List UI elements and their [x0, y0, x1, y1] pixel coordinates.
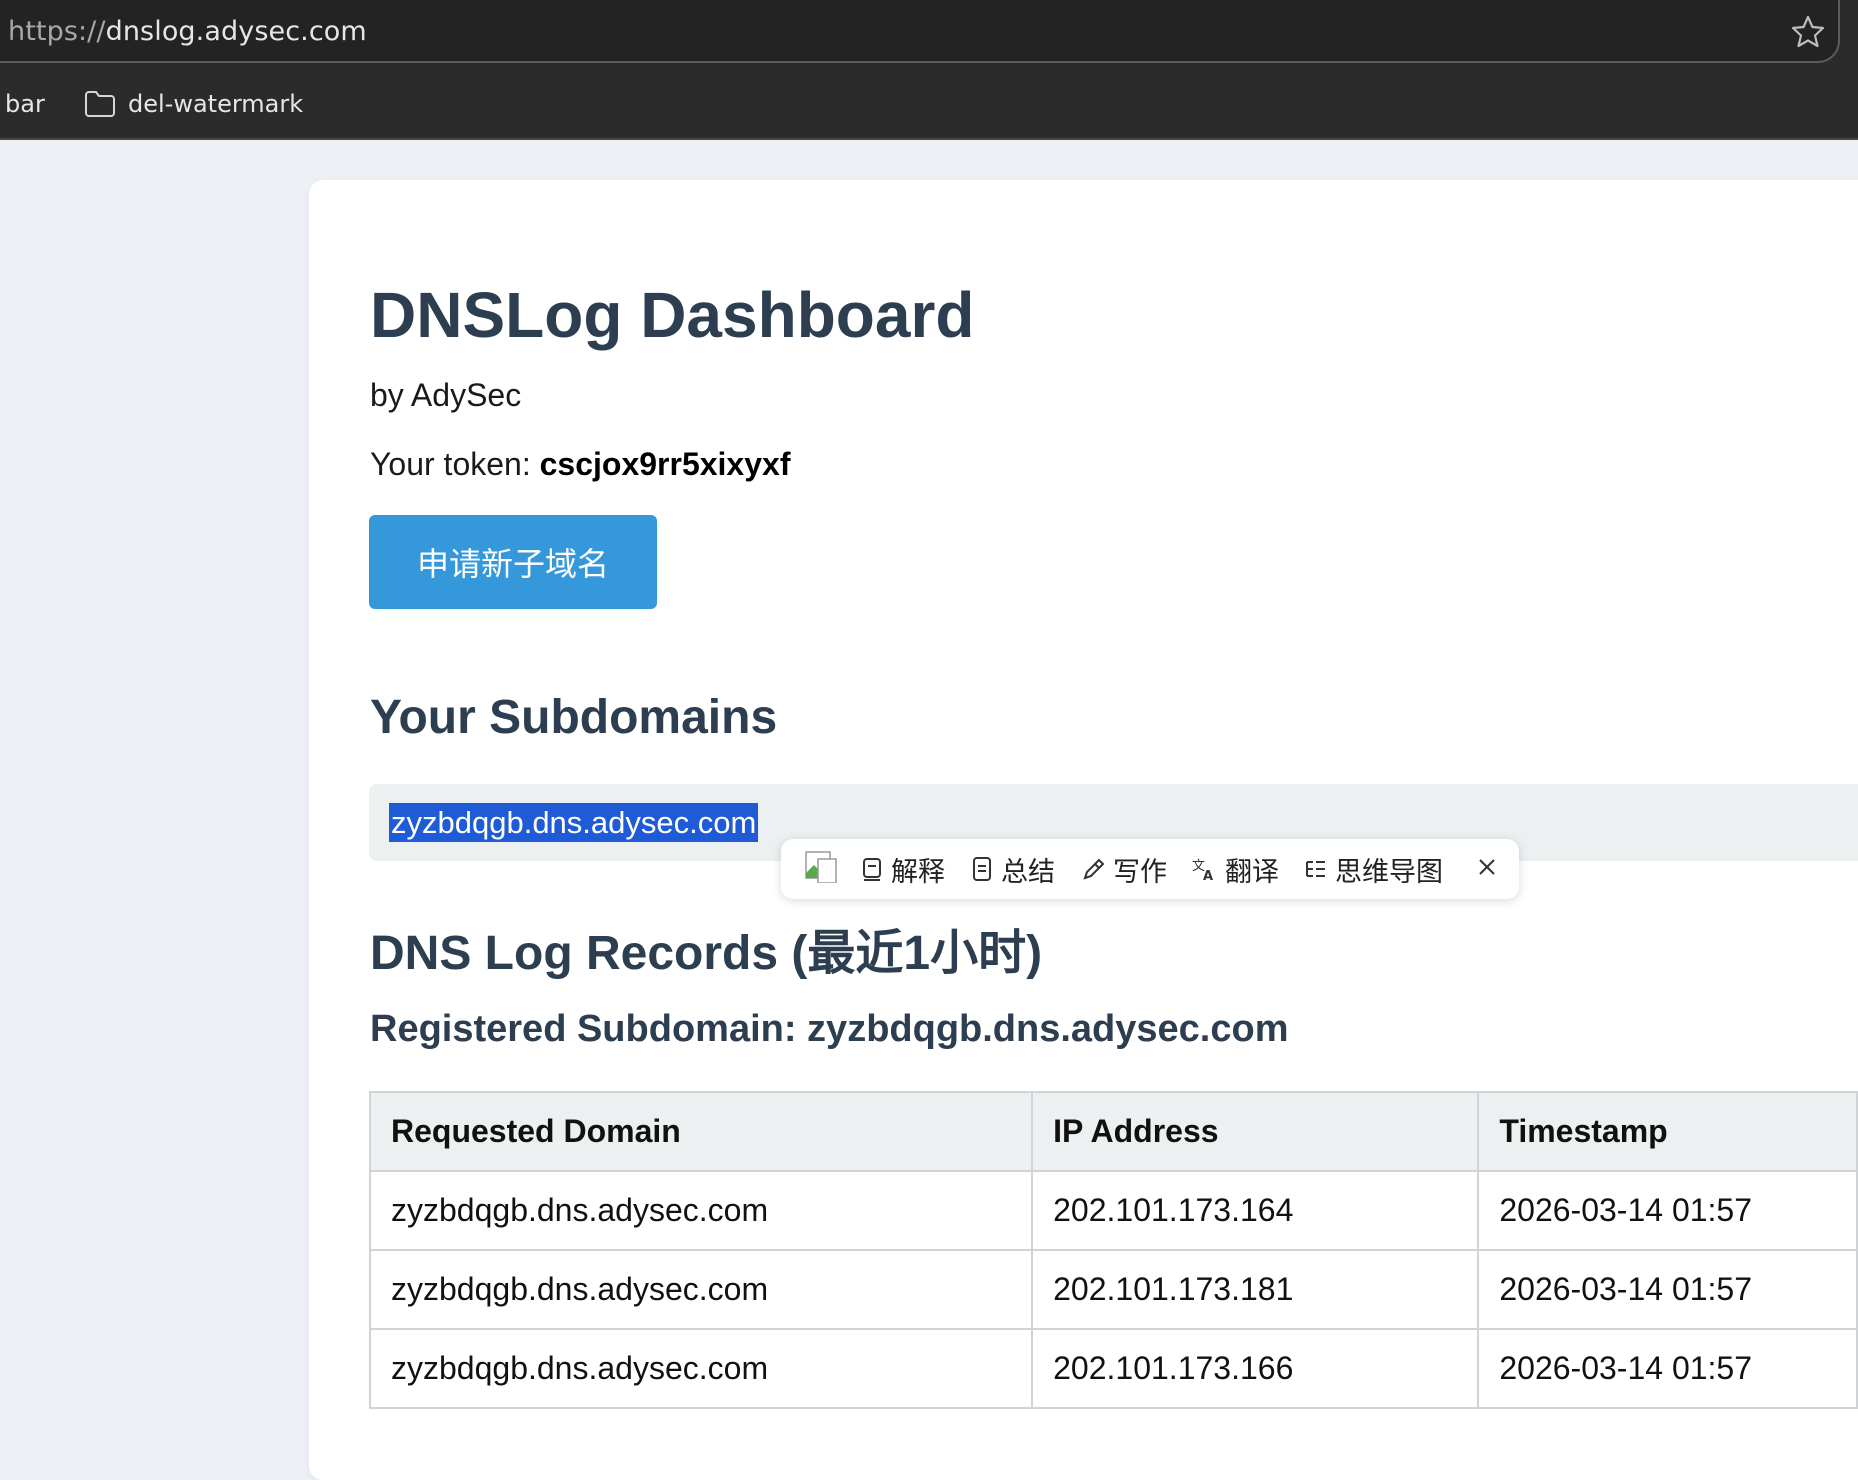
close-icon[interactable] [1475, 855, 1499, 879]
toolbar-mindmap-label: 思维导图 [1335, 856, 1443, 888]
toolbar-explain-label: 解释 [891, 856, 945, 888]
bookmark-bar[interactable]: bar [5, 90, 45, 118]
header-requested-domain: Requested Domain [368, 1091, 1034, 1172]
table-header-row: Requested Domain IP Address Timestamp [368, 1091, 1858, 1172]
broken-image-icon [805, 851, 837, 883]
records-heading: DNS Log Records (最近1小时) [370, 927, 1043, 980]
cell-timestamp: 2026-03-14 01:57 [1477, 1328, 1858, 1409]
toolbar-write-label: 写作 [1113, 856, 1167, 888]
bookmark-star-icon[interactable] [1788, 12, 1828, 52]
bookmarks-bar: bar del-watermark [0, 78, 1858, 130]
byline: by AdySec [370, 377, 522, 413]
svg-text:A: A [1203, 869, 1213, 882]
apply-subdomain-button[interactable]: 申请新子域名 [369, 515, 657, 609]
cell-ip: 202.101.173.181 [1031, 1249, 1480, 1330]
cell-timestamp: 2026-03-14 01:57 [1477, 1249, 1858, 1330]
mindmap-icon [1306, 861, 1325, 877]
toolbar-translate[interactable]: 文 A 翻译 [1191, 852, 1279, 888]
chrome-divider [0, 138, 1858, 140]
cell-ip: 202.101.173.164 [1031, 1170, 1480, 1251]
toolbar-mindmap[interactable]: 思维导图 [1303, 852, 1443, 888]
folder-icon [85, 91, 115, 117]
table-row: zyzbdqgb.dns.adysec.com 202.101.173.181 … [368, 1249, 1858, 1330]
url-text[interactable]: https://dnslog.adysec.com [8, 16, 367, 47]
subdomains-heading: Your Subdomains [370, 691, 778, 744]
translate-icon: 文 A [1192, 859, 1213, 882]
cell-timestamp: 2026-03-14 01:57 [1477, 1170, 1858, 1251]
explain-icon [863, 858, 881, 881]
dns-log-table: Requested Domain IP Address Timestamp zy… [368, 1091, 1858, 1409]
table-row: zyzbdqgb.dns.adysec.com 202.101.173.166 … [368, 1328, 1858, 1409]
header-timestamp: Timestamp [1477, 1091, 1858, 1172]
address-bar[interactable]: https://dnslog.adysec.com [0, 0, 1840, 63]
token-label: Your token: [370, 446, 540, 482]
header-ip-address: IP Address [1031, 1091, 1480, 1172]
selection-toolbar: 解释 总结 写作 文 A 翻译 思维导图 [781, 839, 1519, 899]
subdomain-item[interactable]: zyzbdqgb.dns.adysec.com [389, 803, 759, 842]
toolbar-translate-label: 翻译 [1225, 856, 1279, 888]
cell-domain: zyzbdqgb.dns.adysec.com [368, 1328, 1034, 1409]
toolbar-explain[interactable]: 解释 [861, 852, 945, 888]
toolbar-write[interactable]: 写作 [1081, 852, 1167, 888]
summary-icon [973, 857, 991, 881]
toolbar-summary-label: 总结 [1001, 856, 1055, 888]
cell-ip: 202.101.173.166 [1031, 1328, 1480, 1409]
cell-domain: zyzbdqgb.dns.adysec.com [368, 1249, 1034, 1330]
browser-chrome: https://dnslog.adysec.com bar del-waterm… [0, 0, 1858, 140]
bookmark-del-watermark[interactable]: del-watermark [128, 90, 303, 118]
page-title: DNSLog Dashboard [370, 279, 975, 351]
toolbar-summary[interactable]: 总结 [971, 852, 1055, 888]
write-icon [1083, 858, 1105, 880]
token-value: cscjox9rr5xixyxf [539, 446, 791, 482]
cell-domain: zyzbdqgb.dns.adysec.com [368, 1170, 1034, 1251]
token-line: Your token: cscjox9rr5xixyxf [370, 446, 790, 483]
table-row: zyzbdqgb.dns.adysec.com 202.101.173.164 … [368, 1170, 1858, 1251]
registered-subdomain: Registered Subdomain: zyzbdqgb.dns.adyse… [370, 1008, 1289, 1050]
